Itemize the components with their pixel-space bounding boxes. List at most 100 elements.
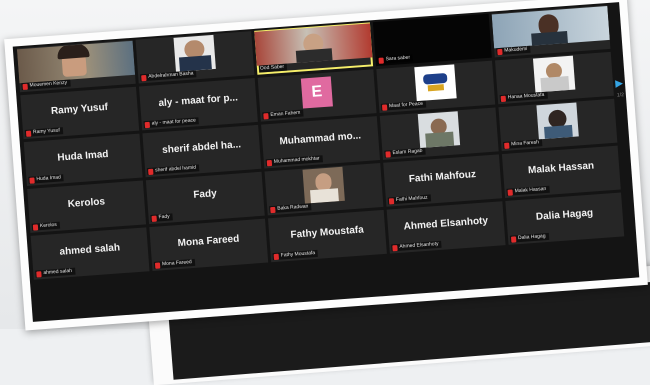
participant-tile[interactable]: sherif abdel ha... sherif abdel hamid: [142, 124, 262, 178]
participant-display-name: Kerolos: [67, 196, 106, 211]
participant-tile[interactable]: Fady Fady: [145, 171, 265, 225]
mic-muted-icon: [148, 168, 154, 175]
participant-tile[interactable]: Eslam Ragab: [379, 107, 499, 160]
participant-label: Hanaa Moustafa: [499, 91, 548, 103]
participant-tile[interactable]: Makudemi: [491, 4, 611, 58]
participant-display-name: aly - maat for p...: [158, 92, 239, 110]
mic-muted-icon: [392, 244, 398, 251]
participant-label: Fathi Mahfouz: [387, 194, 431, 205]
mic-muted-icon: [500, 95, 507, 102]
participant-tile-active-speaker[interactable]: Ood Saber: [254, 22, 374, 75]
participant-label: Muhammad mokhtar: [265, 155, 323, 167]
participant-video: [414, 64, 457, 102]
participant-tile[interactable]: Kerolos Kerolos: [27, 180, 147, 233]
participant-video: [532, 55, 576, 93]
participant-tile[interactable]: Hanaa Moustafa: [495, 51, 614, 105]
participant-name: Maat for Peace: [388, 100, 424, 110]
participant-name: sherif abdel hamid: [154, 164, 197, 174]
participant-name: Eslam Ragab: [392, 147, 423, 157]
participant-video: [302, 166, 345, 204]
participant-tile[interactable]: Malak Hassan Malak Hassan: [501, 145, 621, 198]
participant-display-name: Malak Hassan: [527, 160, 595, 177]
participant-name: Mona Fareed: [161, 259, 192, 268]
participant-label: Mina Faresh: [503, 139, 543, 149]
mic-muted-icon: [263, 112, 269, 119]
participant-tile[interactable]: Baka Radwan: [264, 163, 384, 216]
participant-video: [16, 40, 136, 84]
participant-video: [491, 5, 610, 49]
participant-tile[interactable]: Fathi Mahfouz Fathi Mahfouz: [383, 154, 503, 207]
participant-label: Ood Saber: [258, 63, 288, 73]
participant-name: aly - maat for peace: [151, 117, 197, 127]
participant-name: Mouemen Kenzy: [29, 79, 68, 89]
participant-label: Mona Fareed: [153, 258, 196, 269]
mic-muted-icon: [141, 74, 147, 81]
mic-muted-icon: [273, 253, 279, 260]
participant-video: [417, 111, 461, 149]
mic-muted-icon: [266, 159, 273, 166]
mic-muted-icon: [270, 206, 276, 213]
participant-tile[interactable]: ahmed salah ahmed salah: [30, 227, 150, 280]
mic-muted-icon: [144, 121, 150, 128]
participant-label: Makudemi: [496, 45, 531, 56]
next-page-arrow-icon[interactable]: ▶: [615, 78, 623, 90]
participant-label: Eman Fahem: [262, 109, 304, 120]
participant-tile[interactable]: Maat for Peace: [376, 60, 496, 113]
participant-name: Eman Fahem: [270, 109, 301, 118]
avatar: E: [300, 76, 333, 109]
participant-tile[interactable]: Mina Faresh: [498, 98, 618, 152]
participant-name: Ood Saber: [259, 63, 285, 72]
participant-name: Makudemi: [504, 45, 528, 54]
participant-display-name: Mona Fareed: [177, 233, 240, 250]
participant-display-name: Dalia Hagag: [535, 207, 594, 223]
participant-grid: Mouemen Kenzy Abdelrahman Basha Ood Sabe…: [16, 4, 625, 280]
participant-label: Eslam Ragab: [384, 147, 426, 158]
mic-muted-icon: [510, 235, 517, 243]
participant-name: Fathi Mahfouz: [395, 194, 428, 203]
participant-tile[interactable]: Ahmed Elsanhoty Ahmed Elsanhoty: [386, 201, 506, 254]
participant-tile[interactable]: E Eman Fahem: [257, 69, 377, 122]
participant-tile[interactable]: Mona Fareed Mona Fareed: [149, 218, 269, 271]
participant-label: Malak Hassan: [506, 185, 550, 196]
participant-name: Ramy Yusuf: [32, 127, 61, 136]
participant-name: Kerolos: [39, 221, 58, 230]
participant-tile[interactable]: aly - maat for p... aly - maat for peace: [138, 77, 258, 131]
participant-display-name: Huda Imad: [57, 148, 109, 164]
mic-muted-icon: [36, 270, 42, 278]
participant-tile[interactable]: Huda Imad Huda Imad: [23, 133, 143, 186]
participant-video: [173, 34, 216, 72]
mic-muted-icon: [381, 103, 388, 111]
participant-tile[interactable]: Fathy Moustafa Fathy Moustafa: [267, 209, 387, 263]
mic-muted-icon: [497, 48, 503, 55]
participant-label: sherif abdel hamid: [146, 164, 200, 176]
participant-tile[interactable]: Mouemen Kenzy: [16, 39, 136, 93]
participant-name: Fady: [158, 213, 170, 221]
participant-display-name: Fathi Mahfouz: [408, 169, 477, 185]
participant-display-name: sherif abdel ha...: [161, 139, 242, 156]
participant-name: Huda Imad: [36, 174, 62, 183]
participant-label: Baka Radwan: [269, 203, 312, 214]
participant-label: Sara saber: [377, 54, 414, 64]
mic-muted-icon: [22, 83, 28, 90]
mic-muted-icon: [385, 150, 391, 158]
participant-tile[interactable]: Ramy Yusuf Ramy Yusuf: [20, 86, 140, 140]
participant-name: Hanaa Moustafa: [507, 91, 545, 101]
mic-muted-icon: [388, 197, 395, 204]
participant-name: Abdelrahman Basha: [148, 70, 194, 80]
participant-label: aly - maat for peace: [143, 117, 200, 129]
participant-name: Sara saber: [385, 54, 411, 63]
participant-name: Dalia Hagag: [517, 233, 546, 242]
participant-name: Mina Faresh: [510, 139, 540, 148]
participant-tile[interactable]: Abdelrahman Basha: [135, 31, 255, 84]
video-call-screen: Mouemen Kenzy Abdelrahman Basha Ood Sabe…: [12, 2, 640, 322]
participant-display-name: ahmed salah: [59, 242, 121, 258]
mic-muted-icon: [504, 142, 510, 149]
participant-name: Baka Radwan: [277, 203, 309, 212]
participant-tile[interactable]: Dalia Hagag Dalia Hagag: [505, 192, 625, 245]
participant-tile[interactable]: Muhammad mo... Muhammad mokhtar: [261, 116, 381, 169]
participant-name: ahmed salah: [43, 267, 73, 276]
participant-display-name: Muhammad mo...: [279, 130, 362, 148]
participant-video: [254, 23, 373, 66]
participant-tile[interactable]: Sara saber: [372, 13, 492, 67]
participant-label: Ahmed Elsanhoty: [391, 240, 442, 252]
